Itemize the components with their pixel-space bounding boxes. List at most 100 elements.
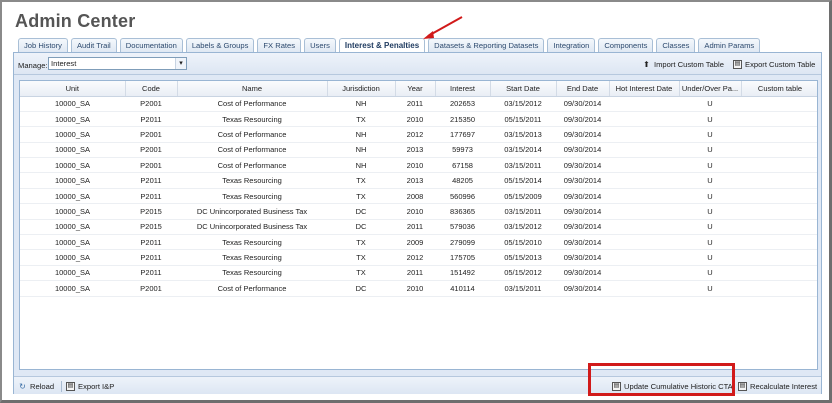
table-row[interactable]: 10000_SA P2011 Texas Resourcing TX 2011 15149… <box>20 265 817 282</box>
table-row[interactable]: 10000_SA P2001 Cost of Performance DC 2010 41… <box>20 280 817 297</box>
table-header-row: Unit Code Name Jurisdiction Year Interest Star… <box>20 81 817 97</box>
recalculate-interest-button[interactable]: ▤ Recalculate Interest <box>738 382 817 391</box>
tab-job-history[interactable]: Job History <box>18 38 68 52</box>
table-cell <box>741 96 817 112</box>
table-cell: 2008 <box>395 188 435 205</box>
column-header[interactable]: Name <box>177 81 328 97</box>
table-cell: P2001 <box>125 157 177 174</box>
chevron-down-icon[interactable]: ▾ <box>175 58 186 69</box>
table-cell: 2013 <box>395 172 435 189</box>
export-icon: ▤ <box>66 382 75 391</box>
column-header[interactable]: Code <box>125 81 178 97</box>
table-cell: 2012 <box>395 126 435 143</box>
table-cell: 09/30/2014 <box>556 111 609 128</box>
table-cell: 09/30/2014 <box>556 280 609 297</box>
column-header[interactable]: Unit <box>20 81 126 97</box>
table-cell: 177697 <box>435 126 490 143</box>
table-cell: U <box>679 111 741 128</box>
table-cell: 10000_SA <box>20 188 125 205</box>
table-row[interactable]: 10000_SA P2011 Texas Resourcing TX 2010 21535… <box>20 111 817 128</box>
table-row[interactable]: 10000_SA P2011 Texas Resourcing TX 2009 27909… <box>20 234 817 251</box>
table-cell <box>741 280 817 297</box>
highlight-annotation-box <box>588 363 735 396</box>
tab-integration[interactable]: Integration <box>547 38 596 52</box>
table-cell: Cost of Performance <box>177 157 327 174</box>
table-row[interactable]: 10000_SA P2011 Texas Resourcing TX 2013 48205… <box>20 172 817 189</box>
interest-grid: Unit Code Name Jurisdiction Year Interest Star… <box>19 80 818 370</box>
table-row[interactable]: 10000_SA P2001 Cost of Performance NH 2010 67… <box>20 157 817 174</box>
tab-interest-penalties[interactable]: Interest & Penalties <box>338 38 426 53</box>
table-cell: 67158 <box>435 157 490 174</box>
table-cell: TX <box>327 265 395 282</box>
column-header[interactable]: End Date <box>556 81 610 97</box>
table-cell <box>609 188 679 205</box>
tab-admin-params[interactable]: Admin Params <box>698 38 761 52</box>
table-cell: P2011 <box>125 265 177 282</box>
table-cell <box>609 157 679 174</box>
table-cell: NH <box>327 96 395 112</box>
column-header[interactable]: Interest <box>435 81 491 97</box>
table-cell: P2011 <box>125 249 177 266</box>
table-cell: 05/15/2009 <box>490 188 556 205</box>
import-custom-table-button[interactable]: ⬆ Import Custom Table <box>642 60 724 69</box>
table-row[interactable]: 10000_SA P2001 Cost of Performance NH 2012 17… <box>20 126 817 143</box>
table-cell: P2011 <box>125 188 177 205</box>
table-cell <box>741 172 817 189</box>
table-row[interactable]: 10000_SA P2001 Cost of Performance NH 2011 20… <box>20 96 817 112</box>
table-cell: 03/15/2014 <box>490 142 556 159</box>
tab-classes[interactable]: Classes <box>656 38 696 52</box>
table-cell: Texas Resourcing <box>177 111 327 128</box>
tab-documentation[interactable]: Documentation <box>119 38 183 52</box>
table-cell <box>609 234 679 251</box>
table-cell: 09/30/2014 <box>556 265 609 282</box>
column-header[interactable]: Start Date <box>490 81 557 97</box>
column-header[interactable]: Custom table <box>741 81 817 97</box>
table-cell <box>741 203 817 220</box>
page-title: Admin Center <box>15 11 136 31</box>
export-custom-table-button[interactable]: ▤ Export Custom Table <box>733 60 815 69</box>
table-cell: 202653 <box>435 96 490 112</box>
table-cell: 03/15/2011 <box>490 157 556 174</box>
table-cell: Cost of Performance <box>177 142 327 159</box>
table-cell: Texas Resourcing <box>177 265 327 282</box>
tab-users[interactable]: Users <box>304 38 336 52</box>
table-cell: 2011 <box>395 219 435 236</box>
column-header[interactable]: Jurisdiction <box>327 81 396 97</box>
table-row[interactable]: 10000_SA P2011 Texas Resourcing TX 2012 17570… <box>20 249 817 266</box>
export-table-icon: ▤ <box>733 60 742 69</box>
table-cell <box>741 234 817 251</box>
table-cell: 03/15/2012 <box>490 96 556 112</box>
table-cell: 2010 <box>395 280 435 297</box>
table-cell: 10000_SA <box>20 280 125 297</box>
column-header[interactable]: Hot Interest Date <box>609 81 680 97</box>
column-header[interactable]: Year <box>395 81 436 97</box>
table-cell: P2001 <box>125 280 177 297</box>
tab-labels-groups[interactable]: Labels & Groups <box>185 38 255 52</box>
table-cell: 09/30/2014 <box>556 96 609 112</box>
table-cell: Cost of Performance <box>177 126 327 143</box>
table-cell: 175705 <box>435 249 490 266</box>
table-cell: 03/15/2011 <box>490 280 556 297</box>
table-cell: 09/30/2014 <box>556 126 609 143</box>
tab-fx-rates[interactable]: FX Rates <box>257 38 302 52</box>
manage-select[interactable]: Interest ▾ <box>48 57 187 70</box>
table-cell: 09/30/2014 <box>556 234 609 251</box>
reload-button[interactable]: ↻ Reload <box>18 382 54 391</box>
tab-components[interactable]: Components <box>598 38 654 52</box>
table-row[interactable]: 10000_SA P2015 DC Unincorporated Business … <box>20 203 817 220</box>
import-custom-table-label: Import Custom Table <box>654 60 724 69</box>
table-cell: 05/15/2010 <box>490 234 556 251</box>
table-cell: P2001 <box>125 126 177 143</box>
table-cell: DC <box>327 203 395 220</box>
table-row[interactable]: 10000_SA P2015 DC Unincorporated Business … <box>20 219 817 236</box>
table-cell <box>741 111 817 128</box>
tab-audit-trail[interactable]: Audit Trail <box>70 38 117 52</box>
table-row[interactable]: 10000_SA P2001 Cost of Performance NH 2013 59… <box>20 142 817 159</box>
table-row[interactable]: 10000_SA P2011 Texas Resourcing TX 2008 56099… <box>20 188 817 205</box>
export-ip-button[interactable]: ▤ Export I&P <box>66 382 114 391</box>
column-header[interactable]: Under/Over Pa... <box>679 81 742 97</box>
export-ip-label: Export I&P <box>78 382 115 391</box>
table-cell <box>741 219 817 236</box>
table-cell: 48205 <box>435 172 490 189</box>
table-cell: 09/30/2014 <box>556 157 609 174</box>
